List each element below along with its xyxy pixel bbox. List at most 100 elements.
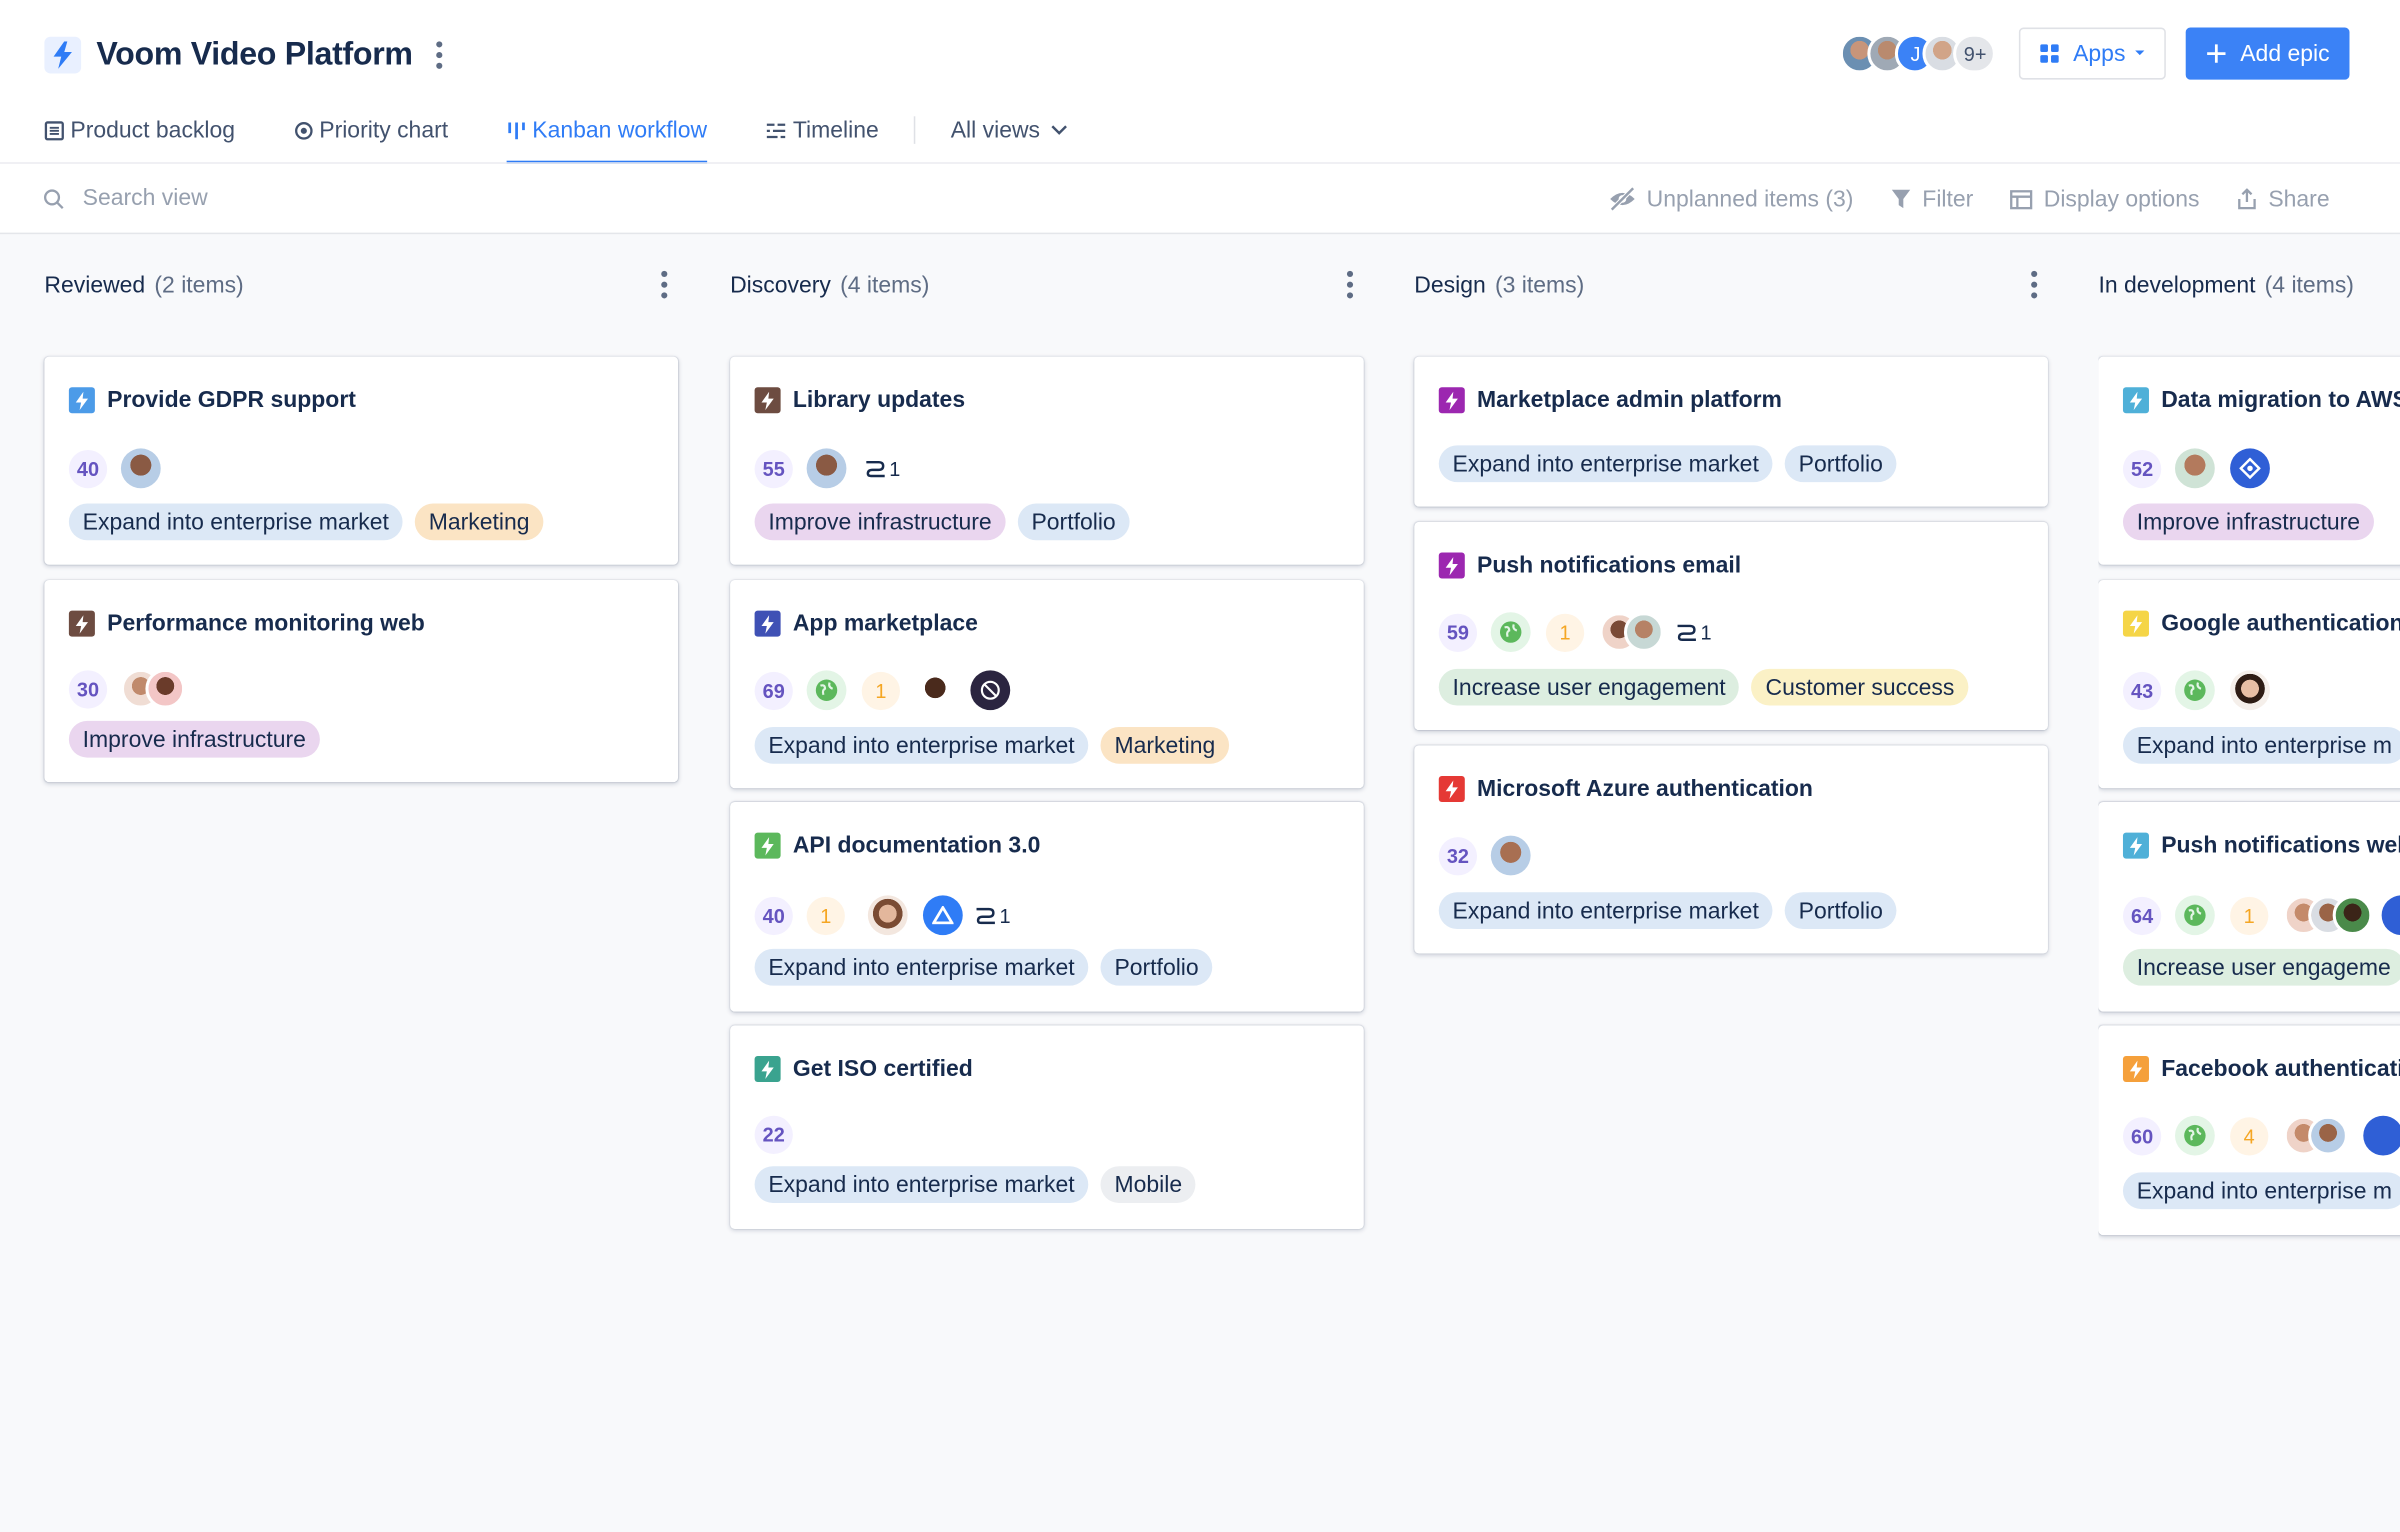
count-badge: 1 bbox=[861, 671, 900, 710]
score-badge: 59 bbox=[1438, 612, 1478, 652]
column-reviewed: Reviewed (2 items) Provide GDPR support 4… bbox=[44, 234, 679, 1532]
tag: Marketing bbox=[1100, 726, 1230, 764]
epic-icon bbox=[1438, 552, 1465, 579]
display-options-button[interactable]: Display options bbox=[2010, 186, 2199, 212]
linked-items[interactable]: 1 bbox=[1676, 621, 1712, 644]
card-title: Push notifications web bbox=[2122, 832, 2400, 859]
tag: Improve infrastructure bbox=[68, 720, 320, 758]
card-tags: Expand into enterprise m bbox=[2122, 726, 2400, 764]
epic-icon bbox=[2122, 387, 2149, 414]
epic-card[interactable]: App marketplace 69 1 Expand into enterpr… bbox=[730, 580, 1364, 789]
column-name: In development bbox=[2098, 271, 2256, 298]
linked-items[interactable]: 1 bbox=[975, 904, 1011, 927]
score-badge: 64 bbox=[2122, 896, 2162, 935]
card-meta: 22 bbox=[754, 1115, 807, 1154]
timeline-icon bbox=[766, 122, 786, 138]
header: Voom Video Platform J 9+ Apps Add epic P… bbox=[0, 0, 2400, 235]
epic-card[interactable]: Data migration to AWS 52 Improve infrast… bbox=[2098, 356, 2400, 565]
tag: Mobile bbox=[1100, 1166, 1196, 1203]
card-title-text: Data migration to AWS bbox=[2161, 387, 2400, 414]
tab-priority-chart[interactable]: Priority chart bbox=[293, 110, 448, 150]
assignee-avatars bbox=[120, 668, 186, 709]
epic-card[interactable]: Performance monitoring web 30 Improve in… bbox=[44, 580, 679, 783]
toolbar-actions: Unplanned items (3) Filter Display optio… bbox=[1572, 164, 2330, 234]
avatar bbox=[1623, 612, 1664, 652]
card-title: Facebook authenticati bbox=[2122, 1056, 2400, 1083]
epic-card[interactable]: Push notifications email 59 1 1 Increase… bbox=[1414, 521, 2048, 731]
app-logo-icon bbox=[2363, 1115, 2400, 1156]
card-title: Data migration to AWS bbox=[2122, 387, 2400, 414]
epic-card[interactable]: Push notifications web 64 1 Increase use… bbox=[2098, 801, 2400, 1012]
epic-card[interactable]: API documentation 3.0 40 1 1 Expand into… bbox=[730, 801, 1364, 1012]
card-title-text: Get ISO certified bbox=[792, 1056, 973, 1083]
column-menu-icon[interactable] bbox=[660, 270, 669, 299]
tag: Expand into enterprise market bbox=[1438, 445, 1773, 483]
score-badge: 30 bbox=[68, 669, 108, 708]
globe-icon bbox=[806, 670, 847, 711]
tab-label: Priority chart bbox=[319, 117, 449, 144]
add-epic-button[interactable]: Add epic bbox=[2185, 27, 2350, 80]
app-logo-icon bbox=[2230, 448, 2270, 489]
card-meta: 30 bbox=[68, 668, 186, 709]
card-title-text: Facebook authenticati bbox=[2161, 1056, 2400, 1083]
grid-icon bbox=[2040, 44, 2060, 63]
tab-timeline[interactable]: Timeline bbox=[765, 110, 879, 150]
card-meta: 64 1 bbox=[2122, 895, 2400, 936]
avatar bbox=[867, 895, 908, 936]
epic-card[interactable]: Marketplace admin platform Expand into e… bbox=[1414, 356, 2048, 507]
card-title: API documentation 3.0 bbox=[754, 832, 1040, 859]
column-count: (2 items) bbox=[154, 271, 244, 298]
tab-kanban-workflow[interactable]: Kanban workflow bbox=[506, 110, 708, 164]
view-tabs: Product backlog Priority chart Kanban wo… bbox=[44, 110, 1131, 164]
card-tags: Expand into enterprise market Mobile bbox=[754, 1166, 1209, 1203]
tag: Portfolio bbox=[1784, 445, 1897, 483]
avatar bbox=[806, 448, 847, 489]
epic-card[interactable]: Facebook authenticati 60 4 Expand into e… bbox=[2098, 1025, 2400, 1236]
epic-card[interactable]: Google authentication 43 Expand into ent… bbox=[2098, 580, 2400, 789]
count-badge: 1 bbox=[806, 896, 845, 935]
column-menu-icon[interactable] bbox=[1345, 270, 1354, 299]
epic-card[interactable]: Get ISO certified 22 Expand into enterpr… bbox=[730, 1025, 1364, 1229]
unplanned-items-label: Unplanned items (3) bbox=[1646, 185, 1854, 212]
epic-card[interactable]: Provide GDPR support 40 Expand into ente… bbox=[44, 356, 679, 565]
epic-card[interactable]: Library updates 55 1 Improve infrastruct… bbox=[730, 356, 1364, 565]
share-label: Share bbox=[2268, 185, 2330, 212]
filter-button[interactable]: Filter bbox=[1890, 186, 1973, 212]
collaborators[interactable]: J 9+ bbox=[1840, 33, 1997, 74]
tag: Portfolio bbox=[1784, 892, 1897, 929]
linked-items[interactable]: 1 bbox=[865, 457, 900, 480]
score-badge: 40 bbox=[68, 449, 108, 488]
epic-card[interactable]: Microsoft Azure authentication 32 Expand… bbox=[1414, 745, 2048, 954]
column-menu-icon[interactable] bbox=[2030, 270, 2039, 299]
card-title: Marketplace admin platform bbox=[1438, 387, 1782, 414]
card-title-text: Push notifications email bbox=[1477, 552, 1742, 579]
search-input[interactable]: Search view bbox=[43, 185, 208, 211]
unplanned-items-button[interactable]: Unplanned items (3) bbox=[1608, 186, 1853, 212]
column-design: Design (3 items) Marketplace admin platfo… bbox=[1414, 234, 2048, 1532]
tag: Improve infrastructure bbox=[754, 503, 1006, 541]
count-badge: 1 bbox=[1545, 612, 1585, 652]
app-logo-icon bbox=[2381, 895, 2400, 936]
share-button[interactable]: Share bbox=[2236, 185, 2330, 212]
card-tags: Expand into enterprise market Marketing bbox=[68, 503, 556, 541]
column-count: (3 items) bbox=[1494, 271, 1585, 298]
tag: Expand into enterprise m bbox=[2122, 1172, 2400, 1210]
globe-icon bbox=[2174, 895, 2215, 936]
search-placeholder: Search view bbox=[82, 185, 208, 212]
epic-icon bbox=[2122, 610, 2149, 637]
more-options-icon[interactable] bbox=[434, 41, 443, 69]
card-title-text: Microsoft Azure authentication bbox=[1477, 775, 1813, 802]
epic-icon bbox=[754, 1056, 781, 1083]
more-collaborators-badge: 9+ bbox=[1953, 33, 1997, 74]
card-title: Provide GDPR support bbox=[68, 387, 356, 414]
avatar bbox=[2174, 448, 2215, 489]
tab-product-backlog[interactable]: Product backlog bbox=[44, 110, 235, 150]
apps-button[interactable]: Apps bbox=[2019, 27, 2166, 80]
app-window: Voom Video Platform J 9+ Apps Add epic P… bbox=[0, 0, 2400, 1532]
assignee-avatars bbox=[2283, 1115, 2348, 1156]
all-views-dropdown[interactable]: All views bbox=[951, 110, 1074, 150]
column-count: (4 items) bbox=[840, 271, 930, 298]
column-header: Discovery (4 items) bbox=[730, 234, 1364, 335]
column-name: Reviewed bbox=[44, 271, 146, 298]
count-badge: 4 bbox=[2230, 1116, 2269, 1155]
